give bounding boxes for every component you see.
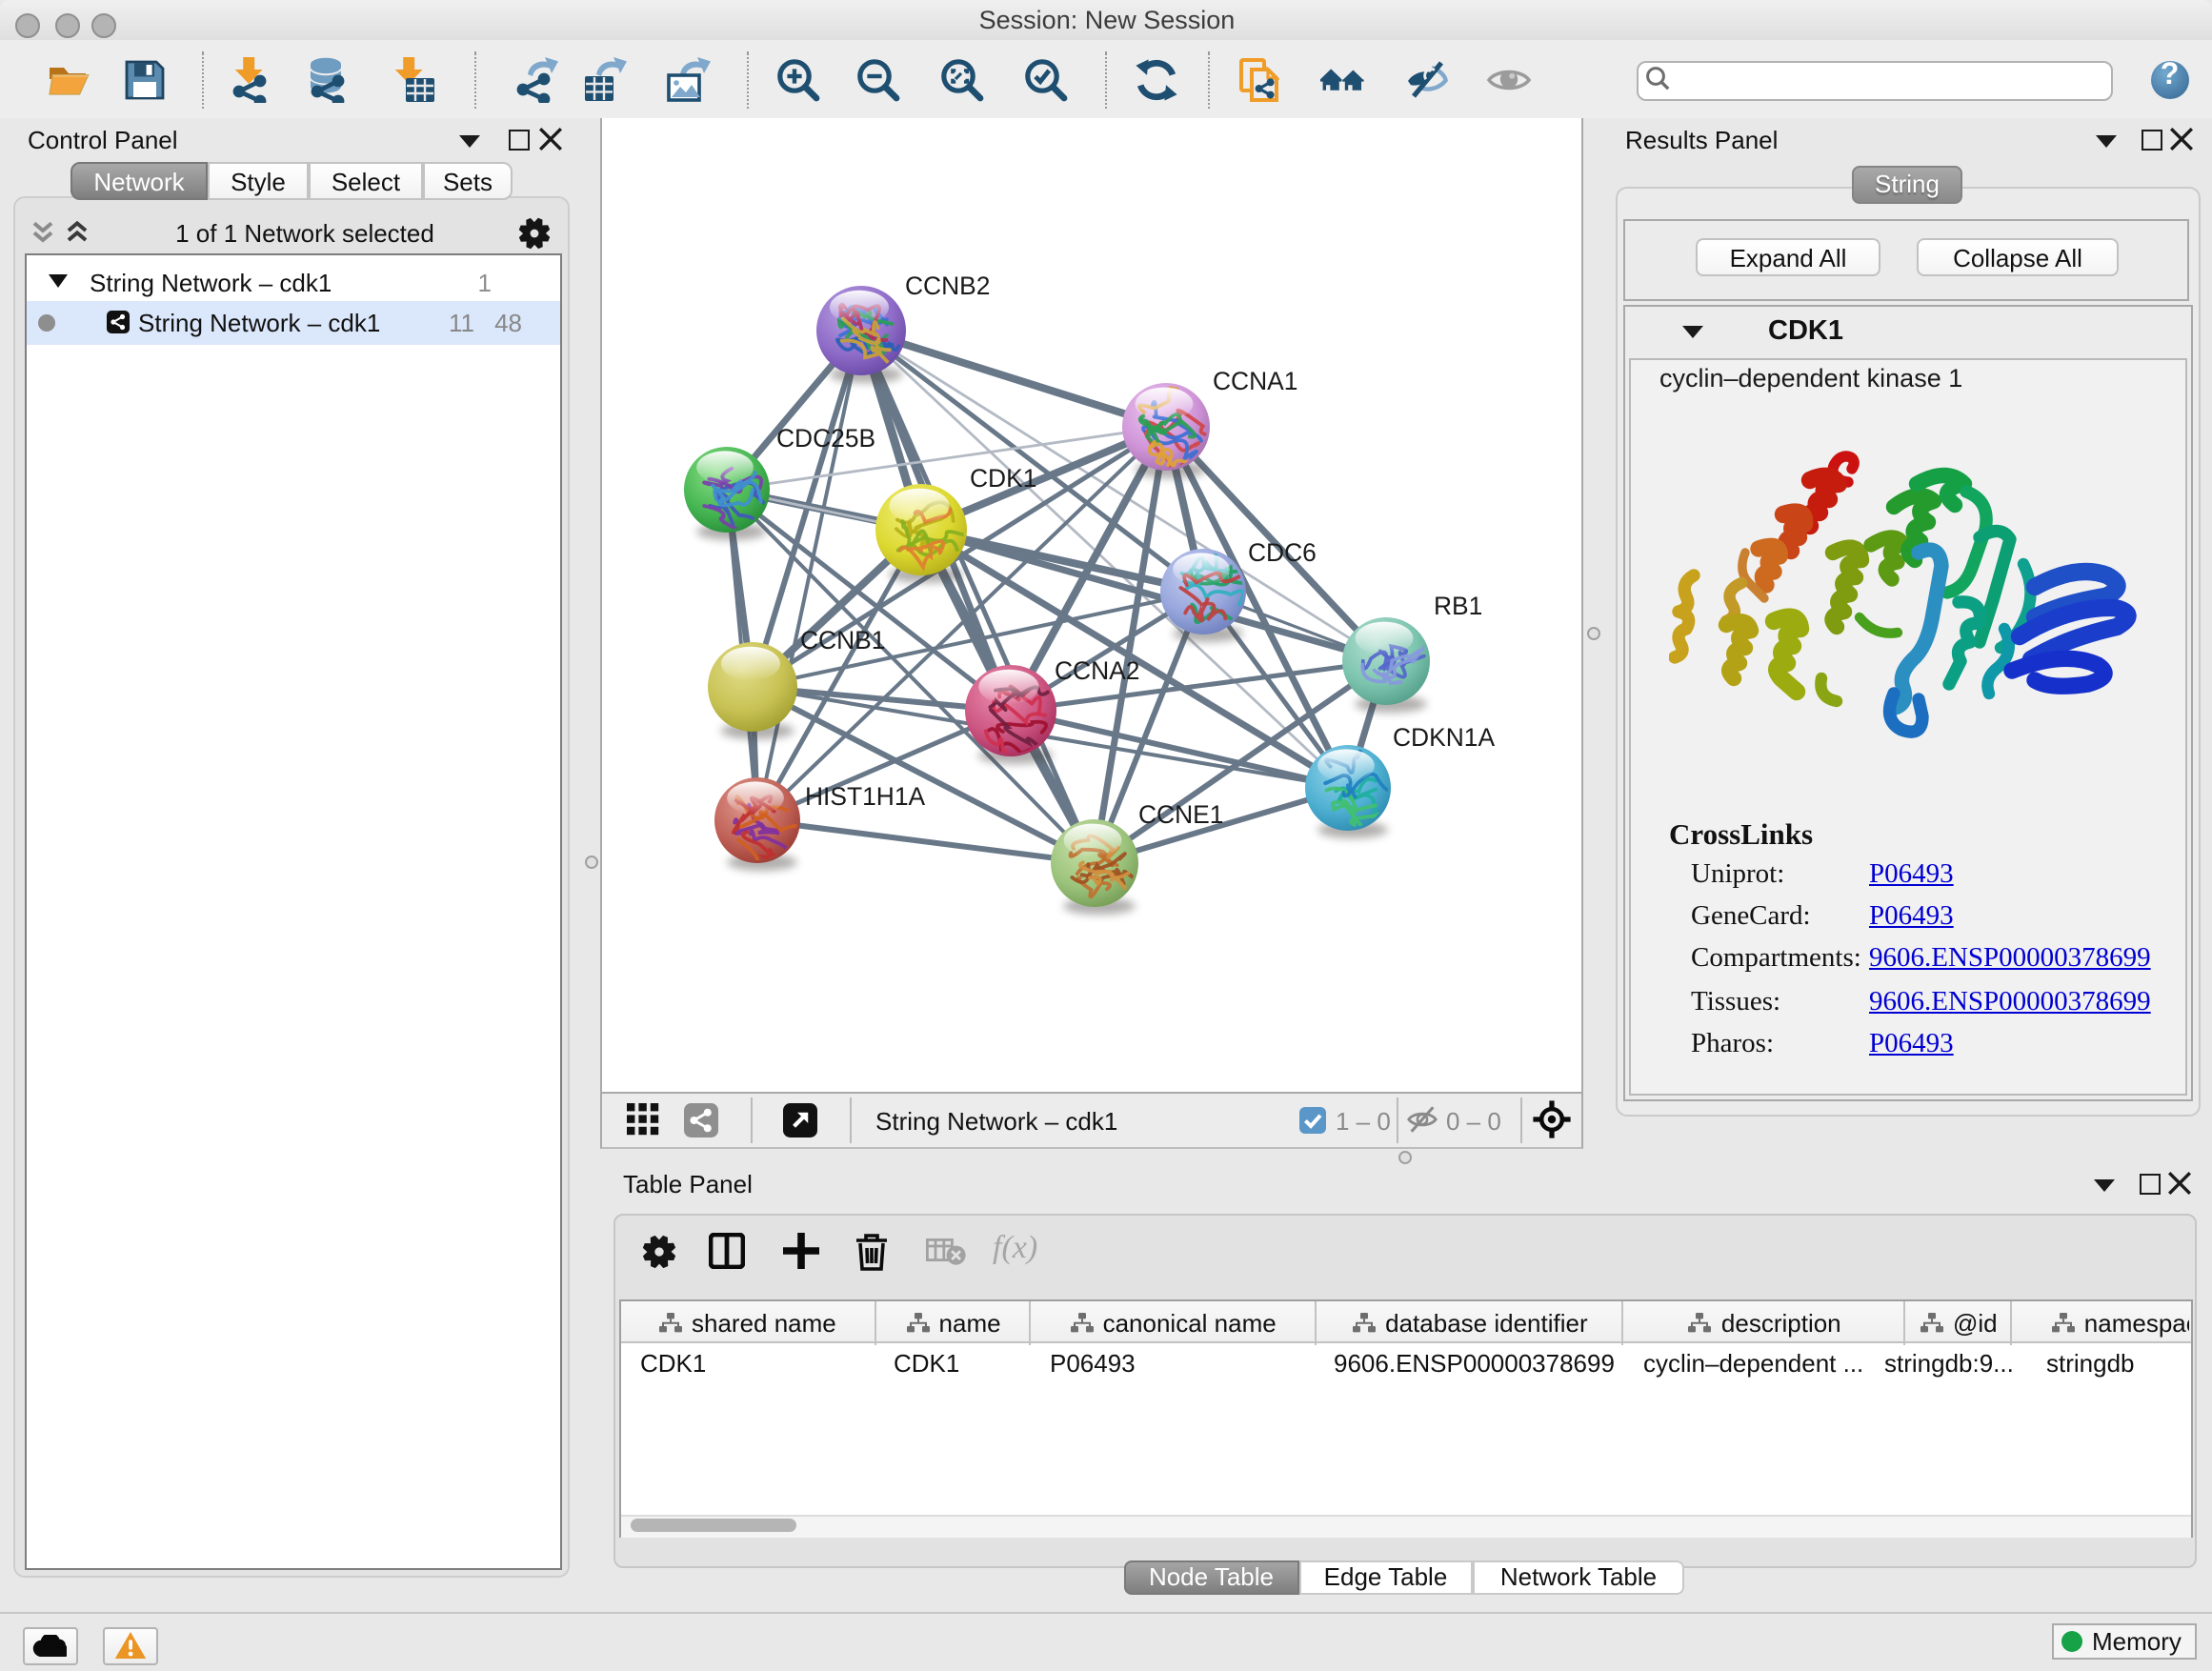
svg-text:CCNA1: CCNA1	[1213, 367, 1297, 395]
svg-text:HIST1H1A: HIST1H1A	[805, 782, 926, 811]
svg-text:CCNA2: CCNA2	[1055, 656, 1139, 685]
svg-text:CDC6: CDC6	[1248, 538, 1317, 567]
svg-text:CCNB1: CCNB1	[800, 626, 885, 654]
svg-text:CDC25B: CDC25B	[776, 424, 875, 453]
svg-text:CCNB2: CCNB2	[905, 272, 990, 300]
svg-text:CCNE1: CCNE1	[1138, 800, 1223, 829]
svg-text:CDKN1A: CDKN1A	[1393, 723, 1495, 752]
svg-text:RB1: RB1	[1434, 592, 1482, 620]
svg-text:CDK1: CDK1	[970, 464, 1036, 493]
